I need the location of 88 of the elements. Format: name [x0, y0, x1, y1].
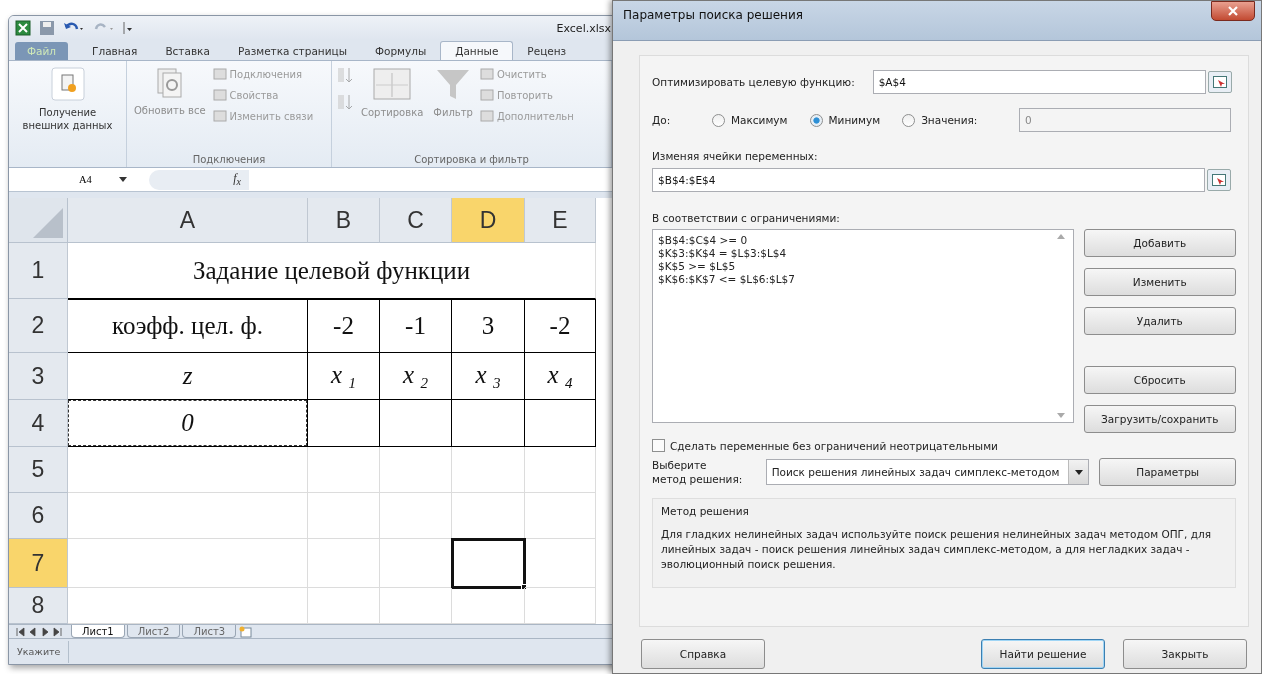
document-icon [50, 67, 85, 101]
column-header[interactable]: E [525, 198, 596, 243]
window-title: Excel.xlsx [556, 21, 611, 35]
group-label: Сортировка и фильтр [413, 154, 530, 165]
constraint-item[interactable]: $B$4:$C$4 >= 0 [658, 234, 1054, 247]
cell: z [68, 353, 308, 400]
insert-function-button[interactable]: f$_{x}$ [149, 169, 249, 190]
status-text: Укажите [9, 640, 70, 663]
field-label: Выберите метод решения: [652, 458, 744, 486]
row-header[interactable]: 7 [9, 539, 68, 588]
column-header[interactable]: A [68, 198, 308, 243]
radio-option[interactable]: Минимум [809, 113, 881, 127]
constraints-list[interactable]: $B$4:$C$4 >= 0 $K$3:$K$4 = $L$3:$L$4 $K$5 >= $L$5 $K$6:$K$7 <= $L$6:$L$7 [652, 229, 1074, 423]
ribbon-tab[interactable]: Реценз [513, 42, 581, 60]
close-icon [1228, 6, 1238, 16]
ribbon-button[interactable]: Получение внешних данных [13, 65, 122, 134]
side-button[interactable]: Удалить [1083, 307, 1236, 335]
app-icon[interactable] [15, 20, 31, 36]
constraint-item[interactable]: $K$5 >= $L$5 [658, 260, 1054, 273]
field-label: Оптимизировать целевую функцию: [652, 76, 855, 88]
options-button[interactable]: Параметры [1099, 458, 1236, 486]
cell: -2 [525, 299, 596, 353]
field-label: В соответствии с ограничениями: [652, 212, 841, 224]
corner-triangle-icon [33, 208, 63, 238]
dialog-button[interactable]: Найти решение [981, 639, 1105, 669]
row-header[interactable]: 1 [9, 243, 68, 299]
ribbon-tab[interactable]: Формулы [360, 42, 441, 60]
cell: 3 [452, 299, 525, 353]
name-box[interactable]: A4 [9, 169, 119, 190]
checkbox[interactable] [652, 439, 665, 452]
cell: x $_{1}$ [308, 353, 380, 400]
row-header[interactable]: 8 [9, 588, 68, 624]
variables-field[interactable]: $B$4:$E$4 [652, 168, 1205, 192]
info-text: Для гладких нелинейных задач используйте поиск решения нелинейных задач методом ОПГ, для линейных задач - поиск решения линейных задач симплекс-методом, а для негладких задач - эволюционный поиск решения. [661, 527, 1212, 572]
row-header[interactable]: 4 [9, 400, 68, 447]
cell: -1 [380, 299, 452, 353]
constraint-item[interactable]: $K$3:$K$4 = $L$3:$L$4 [658, 247, 1054, 260]
radio-option[interactable]: Максимум [712, 113, 788, 127]
dropdown-button[interactable] [1068, 460, 1089, 484]
row-header[interactable]: 3 [9, 353, 68, 400]
cell: x $_{2}$ [380, 353, 452, 400]
cell: коэфф. цел. ф. [68, 299, 308, 353]
field-label: До: [652, 114, 672, 126]
column-header[interactable]: D [452, 198, 525, 243]
customize-caret-icon[interactable] [123, 21, 133, 35]
objective-field[interactable]: $A$4 [872, 70, 1206, 94]
row-header[interactable]: 5 [9, 447, 68, 493]
row-header[interactable]: 6 [9, 493, 68, 539]
sheet-tab[interactable]: Лист1 [71, 625, 125, 638]
dropdown-caret-icon[interactable] [119, 176, 127, 183]
row-header[interactable]: 2 [9, 299, 68, 353]
ribbon-tab[interactable]: Данные [440, 41, 514, 60]
close-button[interactable] [1211, 1, 1255, 21]
side-button[interactable]: Сбросить [1083, 366, 1236, 394]
cell: x $_{3}$ [452, 353, 525, 400]
side-button[interactable]: Изменить [1083, 268, 1236, 296]
sheet-tab[interactable]: Лист2 [126, 625, 181, 638]
info-title: Метод решения [661, 505, 750, 517]
dialog-title: Параметры поиска решения [623, 7, 803, 22]
filter-icon [435, 67, 472, 101]
save-icon[interactable] [39, 20, 55, 36]
side-button[interactable]: Загрузить/сохранить [1083, 405, 1236, 433]
cell: -2 [308, 299, 380, 353]
dialog-button[interactable]: Справка [641, 639, 765, 669]
refresh-icon [155, 67, 184, 99]
fill-handle[interactable] [521, 584, 527, 590]
group-label: Подключения [191, 154, 267, 165]
checkbox-label[interactable]: Сделать переменные без ограничений неотрицательными [670, 439, 998, 452]
ribbon-tab[interactable]: Вставка [151, 42, 224, 60]
field-label: Изменяя ячейки переменных: [652, 150, 819, 162]
column-header[interactable]: C [380, 198, 452, 243]
side-button[interactable]: Добавить [1083, 229, 1236, 257]
dropdown-caret-icon [1074, 469, 1083, 475]
ribbon-tab[interactable]: Разметка страницы [223, 42, 361, 60]
sheet-tab[interactable]: Лист3 [182, 625, 237, 638]
range-select-icon [1213, 76, 1227, 88]
constraint-item[interactable]: $K$6:$K$7 <= $L$6:$L$7 [658, 273, 1054, 286]
range-select-icon [1212, 174, 1226, 186]
column-header[interactable]: B [308, 198, 380, 243]
dialog-button[interactable]: Закрыть [1123, 639, 1247, 669]
method-dropdown[interactable]: Поиск решения линейных задач симплекс-методом [765, 459, 1090, 485]
cell: x $_{4}$ [525, 353, 596, 400]
radio-option[interactable]: Значения: [902, 113, 978, 127]
cell: 0 [68, 400, 308, 447]
range-select-button[interactable] [1208, 71, 1232, 93]
ribbon-tab[interactable]: Главная [78, 42, 152, 60]
cell: Задание целевой функции [68, 243, 596, 299]
range-select-button[interactable] [1207, 169, 1231, 191]
